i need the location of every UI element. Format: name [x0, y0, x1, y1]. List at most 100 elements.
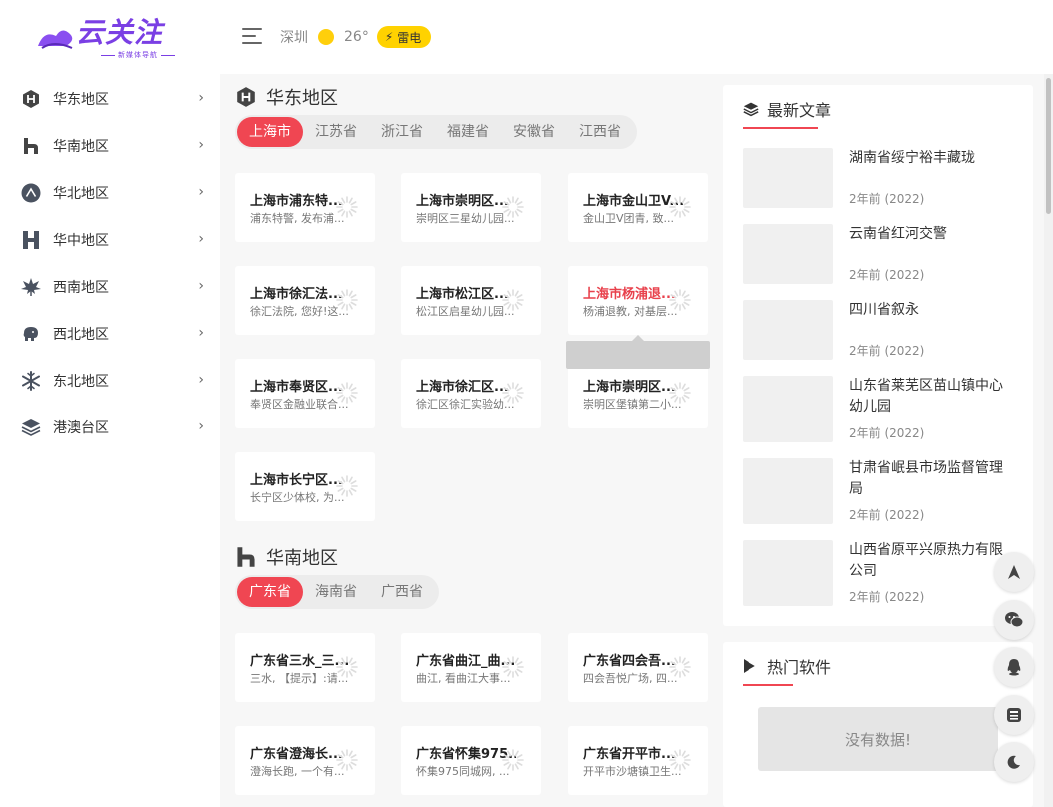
house-h-icon [20, 135, 42, 157]
sidebar-item-hk-macao-taiwan[interactable]: 港澳台区 › [20, 412, 204, 442]
site-card[interactable]: 上海市松江区... 松江区启星幼儿园... [401, 266, 541, 335]
loading-spinner-icon [669, 749, 691, 771]
tab-fujian[interactable]: 福建省 [435, 117, 501, 147]
article-item[interactable]: 山东省莱芜区苗山镇中心幼儿园 2年前 (2022) [743, 376, 1013, 442]
chevron-right-icon: › [198, 90, 204, 106]
chevron-right-icon: › [198, 325, 204, 341]
chevron-right-icon: › [198, 137, 204, 153]
sidebar-item-label: 华中地区 [53, 233, 109, 249]
article-thumbnail[interactable] [743, 148, 833, 208]
article-title[interactable]: 四川省叙永 [849, 300, 1013, 321]
loading-spinner-icon [669, 289, 691, 311]
site-card[interactable]: 广东省澄海长... 澄海长跑, 一个有... [235, 726, 375, 795]
article-date: 2年前 (2022) [849, 508, 925, 522]
wechat-button[interactable] [994, 600, 1034, 640]
tab-guangxi[interactable]: 广西省 [369, 577, 435, 607]
logo-subtitle: 新媒体导航 [98, 50, 178, 60]
loading-spinner-icon [502, 749, 524, 771]
site-card[interactable]: 上海市徐汇法... 徐汇法院, 您好!这... [235, 266, 375, 335]
sidebar: 华东地区 › 华南地区 › 华北地区 › 华中地区 › 西南地区 › 西北地区 … [0, 74, 220, 807]
sidebar-item-northwest-china[interactable]: 西北地区 › [20, 319, 204, 349]
article-item[interactable]: 湖南省绥宁裕丰藏珑 2年前 (2022) [743, 148, 1013, 208]
tab-jiangsu[interactable]: 江苏省 [303, 117, 369, 147]
article-thumbnail[interactable] [743, 458, 833, 524]
loading-spinner-icon [502, 196, 524, 218]
sidebar-item-north-china[interactable]: 华北地区 › [20, 178, 204, 208]
site-card[interactable]: 上海市浦东特... 浦东特警, 发布浦... [235, 173, 375, 242]
article-thumbnail[interactable] [743, 540, 833, 606]
tab-jiangxi[interactable]: 江西省 [567, 117, 633, 147]
article-thumbnail[interactable] [743, 376, 833, 442]
sidebar-item-southwest-china[interactable]: 西南地区 › [20, 272, 204, 302]
title-underline [743, 127, 818, 129]
logo-text: 云关注 [76, 16, 164, 49]
site-card[interactable]: 上海市崇明区... 崇明区三星幼儿园... [401, 173, 541, 242]
sidebar-item-east-china[interactable]: 华东地区 › [20, 84, 204, 114]
site-card[interactable]: 广东省四会吾... 四会吾悦广场, 四... [568, 633, 708, 702]
play-forward-icon [744, 659, 758, 673]
site-card[interactable]: 上海市奉贤区... 奉贤区金融业联合... [235, 359, 375, 428]
article-title[interactable]: 湖南省绥宁裕丰藏珑 [849, 148, 1013, 169]
layers-icon [743, 102, 759, 117]
loading-spinner-icon [669, 196, 691, 218]
qq-button[interactable] [994, 647, 1034, 687]
article-item[interactable]: 四川省叙永 2年前 (2022) [743, 300, 1013, 360]
site-card[interactable]: 广东省曲江_曲... 曲江, 看曲江大事... [401, 633, 541, 702]
article-title[interactable]: 甘肃省岷县市场监督管理局 [849, 458, 1013, 500]
weather-widget[interactable]: 深圳 26° ⚡ 雷电 [280, 26, 432, 48]
chevron-right-icon: › [198, 418, 204, 434]
section-title-south-china: 华南地区 [235, 544, 338, 570]
sidebar-item-label: 华北地区 [53, 186, 109, 202]
sidebar-item-south-china[interactable]: 华南地区 › [20, 131, 204, 161]
sidebar-item-label: 西南地区 [53, 280, 109, 296]
empty-state: 没有数据! [758, 707, 998, 771]
article-thumbnail[interactable] [743, 300, 833, 360]
site-card[interactable]: 上海市杨浦退... 杨浦退教, 对基层... [568, 266, 708, 335]
card-tooltip [566, 335, 710, 369]
weather-city: 深圳 [280, 30, 308, 46]
house-h-icon [237, 547, 255, 567]
article-item[interactable]: 云南省红河交警 2年前 (2022) [743, 224, 1013, 284]
site-card[interactable]: 上海市崇明区... 崇明区堡镇第二小... [568, 359, 708, 428]
sun-icon [318, 29, 334, 45]
tab-zhejiang[interactable]: 浙江省 [369, 117, 435, 147]
h-letter-icon [20, 229, 42, 251]
loading-spinner-icon [669, 382, 691, 404]
article-title[interactable]: 山西省原平兴原热力有限公司 [849, 540, 1013, 582]
article-title[interactable]: 云南省红河交警 [849, 224, 1013, 245]
tab-hainan[interactable]: 海南省 [303, 577, 369, 607]
calculator-button[interactable] [994, 695, 1034, 735]
article-thumbnail[interactable] [743, 224, 833, 284]
loading-spinner-icon [336, 289, 358, 311]
site-card[interactable]: 广东省开平市... 开平市沙塘镇卫生... [568, 726, 708, 795]
article-item[interactable]: 山西省原平兴原热力有限公司 2年前 (2022) [743, 540, 1013, 606]
loading-spinner-icon [336, 749, 358, 771]
loading-spinner-icon [336, 475, 358, 497]
hot-software-panel: 热门软件 没有数据! [723, 642, 1033, 807]
navigate-button[interactable] [994, 552, 1034, 592]
sidebar-item-label: 西北地区 [53, 327, 109, 343]
scrollbar-thumb[interactable] [1046, 78, 1051, 214]
weather-condition: 雷电 [397, 30, 422, 45]
dark-mode-button[interactable] [994, 742, 1034, 782]
tab-anhui[interactable]: 安徽省 [501, 117, 567, 147]
menu-toggle-button[interactable] [242, 28, 264, 46]
tab-shanghai[interactable]: 上海市 [237, 117, 303, 147]
tab-guangdong[interactable]: 广东省 [237, 577, 303, 607]
calculator-icon [1007, 708, 1021, 722]
loading-spinner-icon [669, 656, 691, 678]
logo[interactable]: 云关注 新媒体导航 [36, 16, 186, 60]
article-item[interactable]: 甘肃省岷县市场监督管理局 2年前 (2022) [743, 458, 1013, 524]
site-card[interactable]: 广东省三水_三... 三水, 【提示】:请... [235, 633, 375, 702]
site-card[interactable]: 上海市长宁区... 长宁区少体校, 为... [235, 452, 375, 521]
site-card[interactable]: 上海市金山卫V... 金山卫V团青, 致... [568, 173, 708, 242]
sidebar-item-northeast-china[interactable]: 东北地区 › [20, 366, 204, 396]
article-title[interactable]: 山东省莱芜区苗山镇中心幼儿园 [849, 376, 1013, 418]
sidebar-item-central-china[interactable]: 华中地区 › [20, 225, 204, 255]
article-date: 2年前 (2022) [849, 590, 925, 604]
site-card[interactable]: 上海市徐汇区... 徐汇区徐汇实验幼... [401, 359, 541, 428]
header: 云关注 新媒体导航 深圳 26° ⚡ 雷电 [0, 0, 1053, 74]
site-card[interactable]: 广东省怀集975... 怀集975同城网, ... [401, 726, 541, 795]
sidebar-item-label: 东北地区 [53, 374, 109, 390]
article-date: 2年前 (2022) [849, 268, 925, 282]
